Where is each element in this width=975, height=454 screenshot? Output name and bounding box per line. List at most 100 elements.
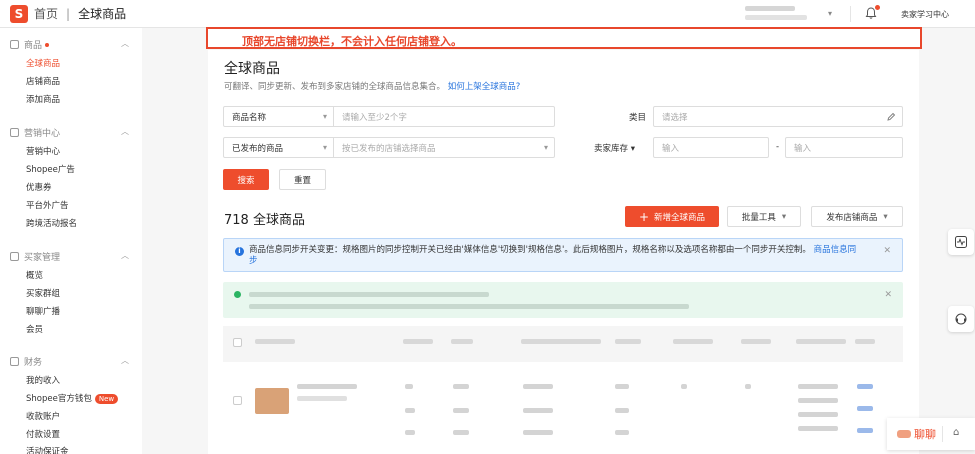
add-global-product-button[interactable]: + 新增全球商品 — [625, 206, 719, 227]
sidebar-item-chat-broadcast[interactable]: 聊聊广播 — [26, 305, 60, 317]
table-row — [798, 426, 838, 431]
section-title: 商品 — [24, 41, 43, 51]
subtitle-text: 可翻译、同步更新、发布到多家店铺的全球商品信息集合。 — [224, 82, 446, 92]
notification-dot — [875, 5, 880, 10]
breadcrumb-home[interactable]: 首页 — [34, 5, 58, 22]
publish-shop-product-button[interactable]: 发布店铺商品 ▾ — [811, 206, 903, 227]
product-name-input[interactable]: 请输入至少2个字 — [334, 107, 554, 126]
sidebar-item-my-income[interactable]: 我的收入 — [26, 374, 60, 386]
row-action-link[interactable] — [857, 428, 873, 433]
sidebar-section-finance[interactable]: 财务 — [10, 355, 42, 368]
sidebar-section-marketing[interactable]: 营销中心 — [10, 126, 60, 139]
tag-icon — [10, 128, 19, 137]
product-thumbnail[interactable] — [255, 388, 289, 414]
section-title: 买家管理 — [24, 253, 61, 263]
table-row — [523, 430, 553, 435]
chevron-down-icon[interactable]: ▾ — [828, 9, 832, 18]
sidebar-item-offsite-ads[interactable]: 平台外广告 — [26, 199, 69, 211]
pulse-icon — [955, 236, 967, 248]
minimize-icon[interactable]: ⌂ — [953, 427, 959, 438]
chevron-up-icon[interactable]: ︿ — [121, 38, 129, 49]
stock-min-input[interactable]: 输入 — [653, 137, 769, 158]
plus-icon: + — [638, 209, 650, 224]
chevron-up-icon[interactable]: ︿ — [121, 126, 129, 137]
table-row — [523, 408, 553, 413]
table-row — [615, 430, 629, 435]
info-text: 商品信息同步开关变更：规格图片的同步控制开关已经由'媒体信息'切换到'规格信息'… — [249, 245, 811, 255]
select-all-checkbox[interactable] — [233, 338, 242, 347]
table-row — [798, 398, 838, 403]
close-icon[interactable]: ✕ — [883, 246, 891, 256]
sidebar-item-global-products[interactable]: 全球商品 — [26, 57, 60, 69]
row-action-link[interactable] — [857, 406, 873, 411]
sidebar-section-buyers[interactable]: 买家管理 — [10, 250, 60, 263]
row-action-link[interactable] — [857, 384, 873, 389]
category-select[interactable]: 请选择 — [653, 106, 903, 127]
published-shop-select[interactable]: 按已发布的店铺选择商品 ▾ — [334, 138, 554, 157]
sidebar-item-add-product[interactable]: 添加商品 — [26, 93, 60, 105]
category-label: 类目 — [629, 113, 647, 123]
divider — [942, 426, 943, 442]
how-to-link[interactable]: 如何上架全球商品? — [448, 82, 521, 92]
chevron-up-icon[interactable]: ︿ — [121, 355, 129, 366]
page-subtitle: 可翻译、同步更新、发布到多家店铺的全球商品信息集合。 如何上架全球商品? — [224, 80, 520, 92]
table-row — [453, 384, 469, 389]
product-count-title: 718 全球商品 — [224, 213, 305, 228]
bulk-tools-button[interactable]: 批量工具 ▾ — [727, 206, 801, 227]
close-icon[interactable]: ✕ — [884, 290, 892, 300]
account-sub-blurred — [745, 15, 807, 20]
table-header-cell — [796, 339, 846, 344]
publish-button-label: 发布店铺商品 — [826, 212, 878, 223]
stock-max-input[interactable]: 输入 — [785, 137, 903, 158]
stock-label[interactable]: 卖家库存 ▾ — [594, 142, 635, 154]
row-checkbox[interactable] — [233, 396, 242, 405]
sidebar-item-vouchers[interactable]: 优惠券 — [26, 181, 52, 193]
table-header-cell — [741, 339, 771, 344]
table-row — [798, 384, 838, 389]
sidebar-item-deposit[interactable]: 活动保证金 — [26, 445, 69, 454]
sidebar-item-campaigns[interactable]: 跨境活动报名 — [26, 217, 77, 229]
sync-info-alert: i 商品信息同步开关变更：规格图片的同步控制开关已经由'媒体信息'切换到'规格信… — [223, 238, 903, 272]
sidebar-item-membership[interactable]: 会员 — [26, 323, 43, 335]
table-row — [405, 430, 415, 435]
account-name-blurred — [745, 6, 795, 11]
sidebar-item-marketing-center[interactable]: 营销中心 — [26, 145, 60, 157]
chat-widget[interactable]: 聊聊 ⌂ — [887, 418, 975, 450]
help-button[interactable] — [948, 306, 974, 332]
table-row — [615, 408, 629, 413]
table-header-cell — [451, 339, 473, 344]
range-dash: - — [776, 142, 780, 152]
sidebar-section-products[interactable]: 商品 — [10, 38, 50, 51]
table-row — [523, 384, 553, 389]
check-icon — [234, 291, 241, 298]
breadcrumb-current: 全球商品 — [78, 7, 127, 21]
section-title: 营销中心 — [24, 129, 61, 139]
sidebar-item-wallet[interactable]: Shopee官方钱包 New — [26, 392, 119, 404]
table-row — [681, 384, 687, 389]
sidebar-item-buyer-groups[interactable]: 买家群组 — [26, 287, 60, 299]
shopee-logo-icon[interactable]: S — [10, 4, 28, 23]
section-title: 财务 — [24, 358, 43, 368]
activity-monitor-button[interactable] — [948, 229, 974, 255]
sidebar: 商品 ︿ 全球商品 店铺商品 添加商品 营销中心 ︿ 营销中心 Shopee广告… — [0, 28, 142, 454]
table-row — [297, 396, 347, 401]
user-icon — [10, 252, 19, 261]
sidebar-item-overview[interactable]: 概览 — [26, 269, 43, 281]
sidebar-item-bank-account[interactable]: 收款账户 — [26, 410, 60, 422]
name-type-select[interactable]: 商品名称 ▾ — [224, 107, 334, 126]
sidebar-item-payment-settings[interactable]: 付款设置 — [26, 428, 60, 440]
search-button[interactable]: 搜索 — [223, 169, 269, 190]
chevron-up-icon[interactable]: ︿ — [121, 250, 129, 261]
table-row — [405, 384, 413, 389]
annotation-text: 顶部无店铺切换栏，不会计入任何店铺登入。 — [242, 35, 462, 48]
sidebar-item-shopee-ads[interactable]: Shopee广告 — [26, 163, 75, 175]
account-switcher[interactable] — [745, 4, 825, 24]
published-type-select[interactable]: 已发布的商品 ▾ — [224, 138, 334, 157]
headset-icon — [955, 313, 967, 325]
blurred-text — [249, 292, 489, 297]
seller-center-link[interactable]: 卖家学习中心 — [901, 9, 949, 20]
sync-info-text: 商品信息同步开关变更：规格图片的同步控制开关已经由'媒体信息'切换到'规格信息'… — [249, 245, 859, 267]
sidebar-item-shop-products[interactable]: 店铺商品 — [26, 75, 60, 87]
table-header-cell — [673, 339, 713, 344]
reset-button[interactable]: 重置 — [279, 169, 326, 190]
